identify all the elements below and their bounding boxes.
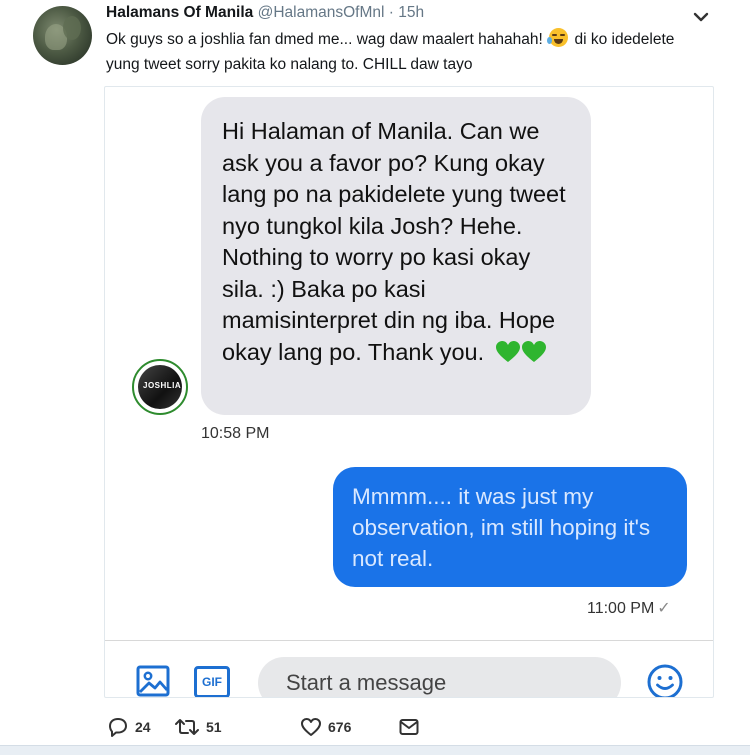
reply-button[interactable]: 24 bbox=[107, 716, 151, 738]
author-name[interactable]: Halamans Of Manila bbox=[106, 4, 253, 21]
incoming-timestamp: 10:58 PM bbox=[201, 425, 270, 442]
envelope-icon bbox=[399, 719, 419, 735]
tweet-text: Ok guys so a joshlia fan dmed me... wag … bbox=[106, 27, 706, 77]
gif-button[interactable]: GIF bbox=[194, 666, 230, 697]
tears-of-joy-icon bbox=[547, 28, 569, 47]
chevron-down-icon[interactable] bbox=[690, 6, 712, 28]
emoji-icon[interactable] bbox=[646, 663, 684, 698]
outgoing-message-text: Mmmm.... it was just my observation, im … bbox=[352, 484, 651, 571]
retweet-icon bbox=[175, 719, 199, 735]
tweet-header: Halamans Of Manila @HalamansOfMnl · 15h bbox=[106, 4, 424, 22]
incoming-message-bubble: Hi Halaman of Manila. Can we ask you a f… bbox=[201, 97, 591, 415]
outgoing-timestamp: 11:00 PM ✓ bbox=[587, 600, 671, 617]
sender-avatar: JOSHLIA bbox=[132, 359, 188, 415]
sent-check-icon: ✓ bbox=[657, 600, 671, 617]
green-hearts-icon bbox=[495, 340, 547, 373]
direct-message-button[interactable] bbox=[398, 716, 420, 738]
reply-icon bbox=[109, 718, 127, 737]
image-icon[interactable] bbox=[136, 665, 170, 697]
reply-count: 24 bbox=[135, 719, 151, 735]
retweet-button[interactable]: 51 bbox=[174, 716, 222, 738]
heart-icon bbox=[301, 718, 321, 736]
retweet-count: 51 bbox=[206, 719, 222, 735]
tweet-time[interactable]: · 15h bbox=[389, 4, 424, 21]
like-count: 676 bbox=[328, 719, 352, 735]
author-handle[interactable]: @HalamansOfMnl bbox=[258, 4, 385, 21]
incoming-message-text: Hi Halaman of Manila. Can we ask you a f… bbox=[222, 118, 566, 365]
message-input[interactable]: Start a message bbox=[258, 657, 621, 697]
outgoing-message-bubble: Mmmm.... it was just my observation, im … bbox=[333, 467, 687, 587]
like-button[interactable]: 676 bbox=[300, 716, 351, 738]
feed-separator bbox=[0, 745, 750, 755]
tweet-media-image[interactable]: Hi Halaman of Manila. Can we ask you a f… bbox=[104, 86, 714, 698]
author-avatar[interactable] bbox=[33, 6, 92, 65]
composer-divider bbox=[105, 640, 713, 641]
